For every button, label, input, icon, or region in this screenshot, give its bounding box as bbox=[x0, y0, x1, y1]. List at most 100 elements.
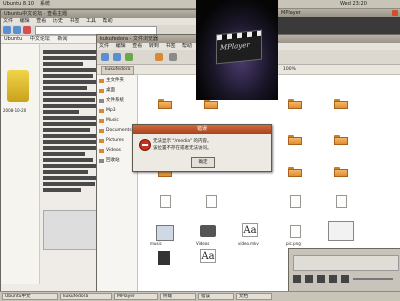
folder-icon bbox=[99, 79, 104, 83]
error-icon bbox=[139, 139, 151, 151]
folder-icon bbox=[99, 89, 104, 93]
browser-menu-tools[interactable]: 工具 bbox=[86, 18, 96, 24]
folder-icon[interactable] bbox=[334, 167, 348, 177]
sidebar-item-mp3[interactable]: Mp3 bbox=[97, 107, 116, 115]
places-sidebar: 主文件夹 桌面 文件系统 Mp3 Music Documents Picture… bbox=[97, 75, 138, 292]
mplayer-title: MPlayer bbox=[281, 10, 301, 16]
printer-icon[interactable] bbox=[200, 225, 216, 237]
forward-icon[interactable] bbox=[113, 53, 121, 61]
trash-icon bbox=[99, 159, 104, 163]
places-menu[interactable]: 系统 bbox=[40, 0, 50, 8]
drive-icon bbox=[99, 99, 104, 103]
display-area bbox=[293, 255, 399, 271]
stop-icon[interactable] bbox=[23, 26, 31, 34]
taskbar-item[interactable]: 终端 bbox=[160, 293, 196, 300]
forward-icon[interactable] bbox=[13, 26, 21, 34]
document-icon[interactable] bbox=[160, 195, 171, 208]
seek-slider[interactable] bbox=[353, 278, 393, 280]
taskbar-item[interactable]: kukufedora bbox=[60, 293, 112, 300]
browser-menu-help[interactable]: 帮助 bbox=[103, 18, 113, 24]
sidebar-item-home[interactable]: 主文件夹 bbox=[97, 77, 124, 85]
file-caption: Videos bbox=[196, 241, 210, 246]
taskbar-item[interactable]: MPlayer bbox=[114, 293, 158, 300]
user-panel: 2008-10-20 bbox=[1, 44, 40, 284]
image-file-icon[interactable] bbox=[158, 251, 170, 265]
taskbar-item[interactable]: 错误 bbox=[198, 293, 234, 300]
folder-icon[interactable] bbox=[288, 99, 302, 109]
fm-menu-bookmarks[interactable]: 书签 bbox=[165, 43, 175, 49]
folder-icon[interactable] bbox=[288, 135, 302, 145]
bookmark-link[interactable]: 新闻 bbox=[58, 36, 68, 42]
up-icon[interactable] bbox=[125, 53, 133, 61]
folder-icon[interactable] bbox=[334, 99, 348, 109]
sidebar-item-videos[interactable]: Videos bbox=[97, 147, 121, 155]
document-icon[interactable] bbox=[206, 195, 217, 208]
fm-menu-edit[interactable]: 编辑 bbox=[116, 43, 126, 49]
pause-icon[interactable] bbox=[305, 275, 313, 283]
font-file-icon[interactable]: Aa bbox=[200, 249, 216, 263]
clapperboard-icon: MPlayer bbox=[216, 29, 262, 65]
mplayer-titlebar: MPlayer bbox=[278, 9, 400, 17]
folder-icon[interactable] bbox=[288, 167, 302, 177]
home-icon[interactable] bbox=[155, 53, 163, 61]
folder-icon bbox=[99, 119, 104, 123]
fm-menu-view[interactable]: 查看 bbox=[132, 43, 142, 49]
screenshot-file-icon[interactable] bbox=[328, 221, 354, 241]
browser-menu-edit[interactable]: 编辑 bbox=[20, 18, 30, 24]
error-dialog: 错误 无法显示 "/media" 的内容。 该位置不存在或者无法访问。 确定 bbox=[132, 124, 272, 172]
back-icon[interactable] bbox=[101, 53, 109, 61]
mplayer-logo-text: MPlayer bbox=[220, 40, 250, 52]
sidebar-item-documents[interactable]: Documents bbox=[97, 127, 132, 135]
browser-title: Ubuntu中文论坛 · 查看主题 bbox=[1, 10, 199, 18]
close-icon[interactable] bbox=[392, 10, 398, 16]
mplayer-control-panel bbox=[288, 248, 400, 292]
folder-icon bbox=[99, 139, 104, 143]
back-icon[interactable] bbox=[3, 26, 11, 34]
fm-menu-help[interactable]: 帮助 bbox=[182, 43, 192, 49]
bookmark-link[interactable]: 中文论坛 bbox=[30, 36, 50, 42]
zoom-level[interactable]: 100% bbox=[283, 66, 296, 73]
applications-menu[interactable]: Ubuntu 8.10 bbox=[3, 0, 34, 8]
folder-icon[interactable] bbox=[334, 135, 348, 145]
file-caption: music bbox=[150, 241, 162, 246]
dialog-title: 错误 bbox=[133, 125, 271, 134]
previous-icon[interactable] bbox=[329, 275, 337, 283]
folder-icon bbox=[99, 129, 104, 133]
ok-button[interactable]: 确定 bbox=[191, 157, 215, 168]
file-caption: video.mkv bbox=[238, 241, 259, 246]
fm-menu-go[interactable]: 转到 bbox=[149, 43, 159, 49]
folder-icon[interactable] bbox=[204, 99, 218, 109]
computer-icon[interactable] bbox=[169, 53, 177, 61]
bookmark-link[interactable]: Ubuntu bbox=[4, 36, 22, 42]
taskbar-item[interactable]: Ubuntu中文 bbox=[2, 293, 58, 300]
taskbar-item[interactable]: 文档 bbox=[236, 293, 272, 300]
sidebar-item-desktop[interactable]: 桌面 bbox=[97, 87, 115, 95]
sidebar-item-pictures[interactable]: Pictures bbox=[97, 137, 124, 145]
folder-icon[interactable] bbox=[158, 99, 172, 109]
post-content bbox=[43, 48, 103, 194]
document-icon[interactable] bbox=[336, 195, 347, 208]
image-file-icon[interactable] bbox=[156, 225, 174, 241]
browser-menu-bookmarks[interactable]: 书签 bbox=[69, 18, 79, 24]
document-icon[interactable] bbox=[290, 195, 301, 208]
next-icon[interactable] bbox=[341, 275, 349, 283]
sidebar-item-music[interactable]: Music bbox=[97, 117, 119, 125]
location-button[interactable]: kukufedora bbox=[101, 66, 135, 75]
mplayer-video-window[interactable]: MPlayer bbox=[196, 0, 278, 100]
browser-menu-history[interactable]: 历史 bbox=[53, 18, 63, 24]
fm-menu-file[interactable]: 文件 bbox=[99, 43, 109, 49]
file-caption: pic.png bbox=[286, 241, 301, 246]
document-icon[interactable] bbox=[290, 225, 301, 238]
font-file-icon[interactable]: Aa bbox=[242, 223, 258, 237]
clock[interactable]: Wed 23:20 bbox=[340, 0, 367, 8]
sidebar-item-filesystem[interactable]: 文件系统 bbox=[97, 97, 124, 105]
folder-icon bbox=[99, 149, 104, 153]
stop-icon[interactable] bbox=[317, 275, 325, 283]
browser-menu-file[interactable]: 文件 bbox=[3, 18, 13, 24]
browser-menubar: 文件 编辑 查看 历史 书签 工具 帮助 bbox=[1, 18, 199, 25]
play-icon[interactable] bbox=[293, 275, 301, 283]
browser-menu-view[interactable]: 查看 bbox=[36, 18, 46, 24]
dialog-message-line1: 无法显示 "/media" 的内容。 bbox=[153, 139, 212, 144]
avatar bbox=[7, 70, 29, 102]
sidebar-item-trash[interactable]: 回收站 bbox=[97, 157, 120, 165]
